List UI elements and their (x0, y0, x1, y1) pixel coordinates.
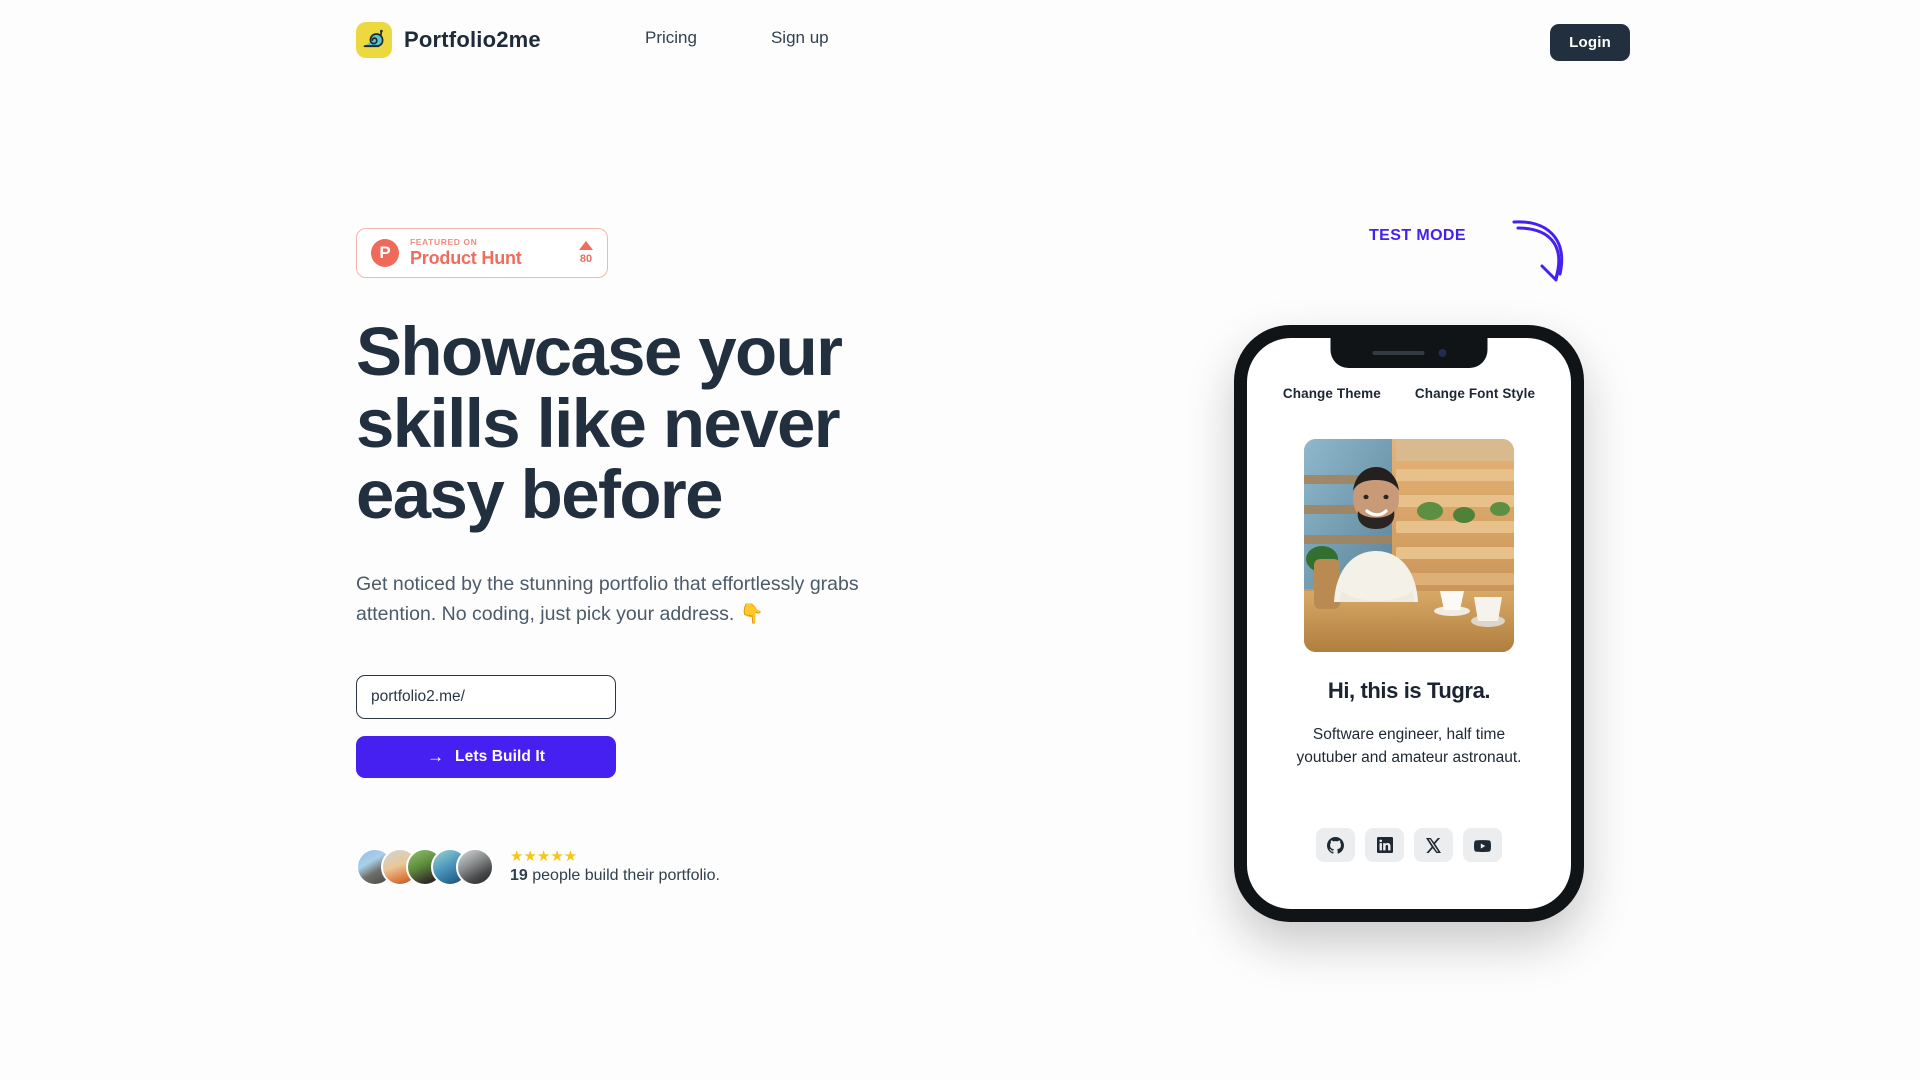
youtube-icon[interactable] (1463, 828, 1502, 862)
social-links (1247, 828, 1571, 862)
curved-arrow-icon (1512, 220, 1564, 282)
social-proof-suffix: people build their portfolio. (527, 866, 720, 884)
phone-controls: Change Theme Change Font Style (1247, 386, 1571, 401)
hero-subheadline: Get noticed by the stunning portfolio th… (356, 573, 859, 626)
nav-link-signup[interactable]: Sign up (771, 28, 829, 48)
portfolio-url-input[interactable] (356, 674, 616, 719)
top-navbar: Portfolio2me Pricing Sign up Login (0, 0, 1920, 80)
front-camera-icon (1438, 349, 1446, 357)
social-proof-line: 19 people build their portfolio. (510, 867, 720, 885)
test-mode-label: TEST MODE (1369, 227, 1466, 244)
avatar-5 (456, 847, 494, 886)
hero-headline: Showcase your skills like never easy bef… (356, 312, 843, 534)
nav-links: Pricing Sign up (645, 28, 829, 48)
phone-screen: Change Theme Change Font Style Hi, this … (1247, 338, 1571, 909)
hero-section: P FEATURED ON Product Hunt 80 Showcase y… (356, 228, 976, 886)
phone-mockup: Change Theme Change Font Style Hi, this … (1234, 325, 1584, 922)
lets-build-it-button[interactable]: → Lets Build It (356, 735, 616, 778)
login-button[interactable]: Login (1550, 24, 1630, 61)
product-hunt-featured-label: FEATURED ON (410, 237, 478, 247)
brand-logo-link[interactable]: Portfolio2me (356, 22, 541, 58)
product-hunt-title: Product Hunt (410, 247, 522, 268)
arrow-right-icon: → (426, 747, 445, 766)
social-proof-count: 19 (510, 866, 528, 884)
x-twitter-icon[interactable] (1414, 828, 1453, 862)
phone-notch (1330, 338, 1488, 368)
github-icon[interactable] (1316, 828, 1355, 862)
change-theme-button[interactable]: Change Theme (1283, 386, 1381, 401)
profile-bio: Software engineer, half time youtuber an… (1296, 726, 1522, 767)
product-hunt-badge[interactable]: P FEATURED ON Product Hunt 80 (356, 228, 608, 278)
product-hunt-vote-count: 80 (579, 252, 593, 265)
nav-link-pricing[interactable]: Pricing (645, 28, 697, 48)
profile-name: Hi, this is Tugra. (1327, 678, 1491, 703)
social-proof-text: ★★★★★ 19 people build their portfolio. (510, 849, 720, 885)
change-font-style-button[interactable]: Change Font Style (1415, 386, 1535, 401)
product-hunt-texts: FEATURED ON Product Hunt (410, 238, 522, 268)
avatar-group (356, 847, 494, 886)
lets-build-it-label: Lets Build It (455, 747, 546, 765)
earpiece-speaker-icon (1372, 351, 1424, 355)
product-hunt-votes: 80 (579, 240, 593, 265)
snail-logo-icon (356, 22, 392, 58)
social-proof: ★★★★★ 19 people build their portfolio. (356, 847, 976, 886)
profile-photo (1304, 439, 1514, 652)
star-rating-icon: ★★★★★ (510, 847, 578, 865)
linkedin-icon[interactable] (1365, 828, 1404, 862)
product-hunt-logo-icon: P (371, 238, 399, 267)
upvote-caret-icon (579, 240, 593, 250)
brand-name: Portfolio2me (404, 27, 541, 52)
